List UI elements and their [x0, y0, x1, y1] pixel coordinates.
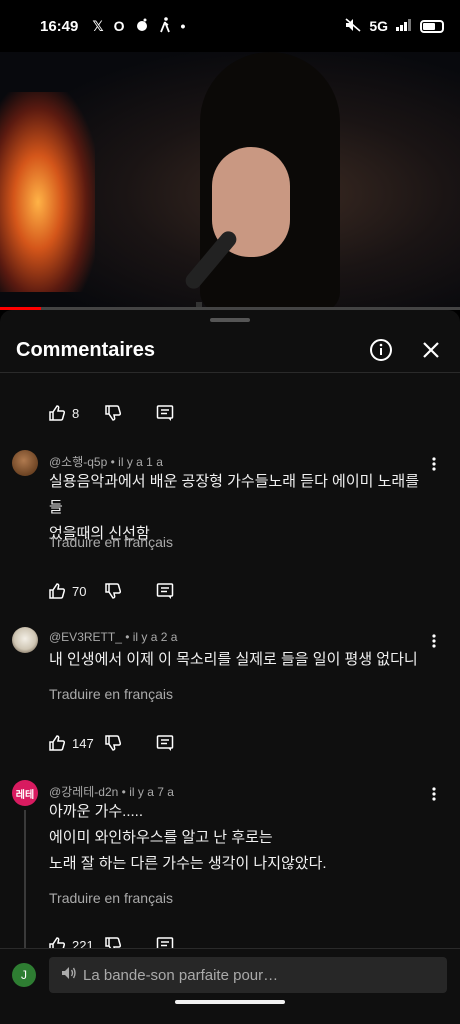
- thumbs-down-icon: [105, 583, 122, 599]
- like-button[interactable]: 8: [48, 404, 104, 422]
- panel-header: Commentaires: [0, 328, 460, 372]
- comment-time: il y a 7 a: [129, 785, 174, 799]
- info-icon[interactable]: [368, 337, 394, 363]
- comment-input-placeholder: La bande-son parfaite pour…: [83, 966, 279, 984]
- reddit-icon: [135, 18, 149, 35]
- comment-time: il y a 1 a: [118, 455, 163, 469]
- home-indicator[interactable]: [175, 1000, 285, 1004]
- close-icon[interactable]: [418, 337, 444, 363]
- opera-icon: O: [113, 18, 125, 34]
- mute-icon: [345, 17, 361, 35]
- translate-link[interactable]: Traduire en français: [49, 686, 173, 702]
- reply-button[interactable]: [156, 582, 174, 600]
- comment-time: il y a 2 a: [132, 630, 178, 644]
- header-divider: [0, 372, 460, 373]
- avatar[interactable]: [12, 627, 38, 653]
- x-icon: 𝕏: [92, 17, 104, 34]
- comment-text: 아까운 가수..... 에이미 와인하우스를 알고 난 후로는 노래 잘 하는 …: [49, 803, 327, 872]
- comment-meta: @강레테-d2n • il y a 7 a: [49, 785, 174, 799]
- panel-title: Commentaires: [16, 338, 155, 361]
- like-count: 70: [72, 583, 87, 599]
- video-player[interactable]: [0, 52, 460, 310]
- reply-button[interactable]: [156, 404, 174, 422]
- comment-composer: J La bande-son parfaite pour…: [0, 948, 460, 1024]
- comment-meta: @소행-q5p • il y a 1 a: [49, 455, 163, 469]
- video-stage-light: [0, 92, 95, 292]
- translate-link[interactable]: Traduire en français: [49, 890, 173, 906]
- comment-actions: 147: [48, 734, 174, 752]
- battery-icon: [420, 19, 444, 33]
- signal-icon: [396, 18, 412, 34]
- comment-actions: 70: [48, 582, 174, 600]
- thumbs-up-icon: [49, 583, 66, 599]
- dislike-button[interactable]: [104, 582, 156, 600]
- like-count: 147: [72, 735, 94, 751]
- comment-author[interactable]: @소행-q5p: [49, 455, 107, 469]
- avatar[interactable]: [12, 450, 38, 476]
- status-bar: 16:49 𝕏 O • 5G: [0, 0, 460, 52]
- like-button[interactable]: 147: [48, 734, 104, 752]
- thumbs-up-icon: [49, 735, 66, 751]
- comment-actions: 8: [48, 404, 174, 422]
- dot-icon: •: [180, 18, 186, 34]
- comment-author[interactable]: @EV3RETT_: [49, 630, 122, 644]
- translate-link[interactable]: Traduire en français: [49, 534, 173, 550]
- speaker-icon: [61, 966, 77, 984]
- comments-panel: Commentaires 8 @소행-q5p • il y a 1 a 실용음악…: [0, 310, 460, 1024]
- thumbs-down-icon: [105, 405, 122, 421]
- status-notification-icons: 𝕏 O •: [92, 16, 186, 36]
- thumbs-up-icon: [49, 405, 66, 421]
- walk-icon: [159, 16, 171, 36]
- reply-icon: [156, 405, 174, 421]
- dislike-button[interactable]: [104, 404, 156, 422]
- comment-author[interactable]: @강레테-d2n: [49, 785, 118, 799]
- status-time: 16:49: [40, 17, 79, 35]
- dislike-button[interactable]: [104, 734, 156, 752]
- comment-meta: @EV3RETT_ • il y a 2 a: [49, 630, 178, 644]
- like-button[interactable]: 70: [48, 582, 104, 600]
- avatar[interactable]: 레테: [12, 780, 38, 806]
- drag-handle[interactable]: [210, 318, 250, 322]
- comment-text: 내 인생에서 이제 이 목소리를 실제로 들을 일이 평생 없다니: [49, 651, 418, 668]
- network-type: 5G: [369, 18, 388, 34]
- reply-icon: [156, 583, 174, 599]
- reply-button[interactable]: [156, 734, 174, 752]
- comment-input[interactable]: La bande-son parfaite pour…: [49, 957, 447, 993]
- thumbs-down-icon: [105, 735, 122, 751]
- reply-icon: [156, 735, 174, 751]
- user-avatar[interactable]: J: [12, 963, 36, 987]
- thread-line: [24, 810, 26, 960]
- like-count: 8: [72, 405, 80, 421]
- status-system-icons: 5G: [345, 17, 444, 35]
